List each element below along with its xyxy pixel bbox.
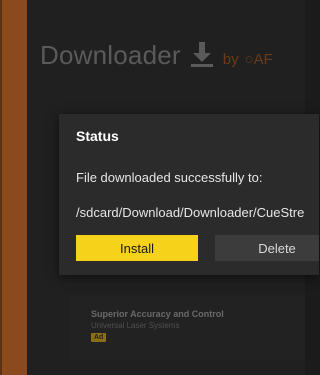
download-arrow-icon: [190, 42, 213, 68]
download-path: /sdcard/Download/Downloader/CueStre: [76, 205, 305, 220]
install-button[interactable]: Install: [76, 235, 198, 261]
side-panel-edge: [0, 0, 2, 375]
app-title: Downloader: [40, 40, 181, 70]
app-header: Downloader by ○AF: [40, 38, 273, 78]
dialog-title: Status: [76, 128, 119, 144]
ad-banner[interactable]: Superior Accuracy and Control Universal …: [69, 296, 305, 360]
ad-badge: Ad: [91, 333, 107, 342]
dialog-message: File downloaded successfully to:: [76, 170, 263, 185]
ad-subtitle: Universal Laser Systems: [91, 321, 180, 330]
ad-title: Superior Accuracy and Control: [91, 309, 224, 319]
by-label: by: [222, 51, 239, 68]
side-panel-strip: [0, 0, 27, 375]
delete-button[interactable]: Delete: [215, 235, 319, 261]
status-dialog: Status File downloaded successfully to: …: [59, 114, 319, 275]
brand-logo-text: ○AF: [244, 51, 273, 68]
